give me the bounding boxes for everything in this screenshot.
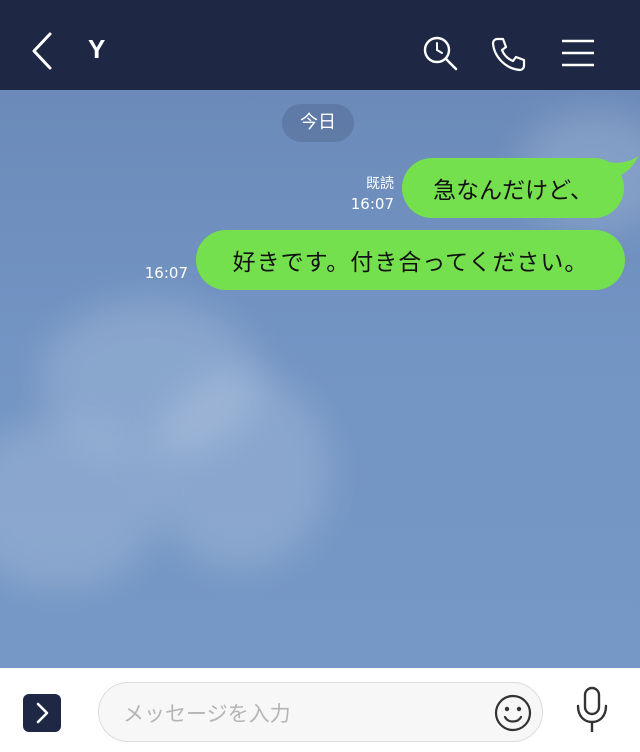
phone-icon[interactable]	[488, 34, 528, 74]
back-icon[interactable]	[26, 30, 60, 72]
mic-icon[interactable]	[573, 686, 611, 736]
message-bubble[interactable]: 好きです。付き合ってください。	[196, 230, 625, 290]
message-input-box[interactable]	[98, 682, 543, 742]
chat-title[interactable]: Y	[88, 34, 106, 65]
message-time: 16:07	[144, 264, 188, 282]
message-input[interactable]	[121, 697, 485, 731]
chevron-right-icon	[36, 702, 49, 724]
search-icon[interactable]	[420, 34, 460, 74]
message-bubble[interactable]: 急なんだけど、	[402, 158, 624, 218]
date-separator: 今日	[282, 104, 354, 142]
chat-area: 今日 既読 16:07 急なんだけど、 16:07 好きです。付き合ってください…	[0, 90, 640, 668]
expand-button[interactable]	[23, 694, 61, 732]
message-meta: 既読 16:07	[340, 174, 394, 214]
message-time: 16:07	[350, 195, 394, 213]
emoji-icon[interactable]	[493, 693, 533, 733]
read-receipt: 既読	[366, 176, 394, 192]
chat-header: Y	[0, 0, 640, 90]
message-composer	[0, 668, 640, 752]
menu-icon[interactable]	[558, 34, 598, 74]
message-meta: 16:07	[130, 263, 188, 283]
